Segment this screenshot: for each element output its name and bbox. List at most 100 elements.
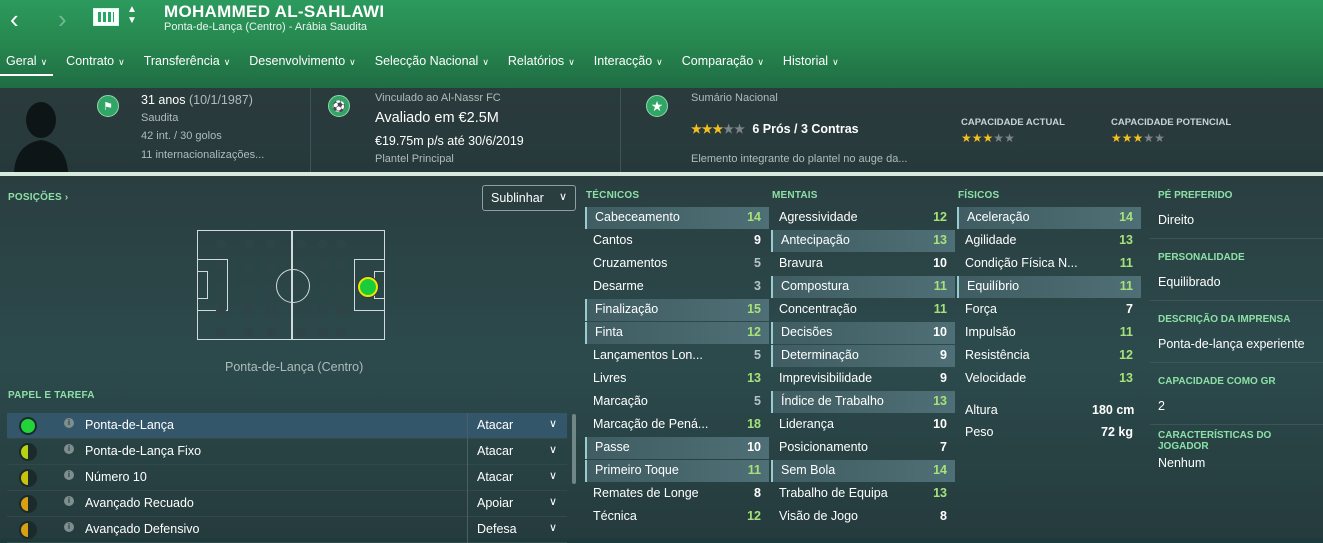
player-wage: €19.75m p/s até 30/6/2019 — [375, 134, 524, 148]
weight-value: 72 kg — [1101, 425, 1133, 439]
star-icon: ★ — [1111, 131, 1122, 145]
duty-select[interactable]: Apoiar ∨ — [467, 491, 567, 517]
attribute-passe[interactable]: Passe 10 — [585, 437, 769, 459]
attribute-posicionamento[interactable]: Posicionamento 7 — [771, 437, 955, 459]
club-badge-icon[interactable] — [93, 8, 119, 26]
attribute-agilidade[interactable]: Agilidade 13 — [957, 230, 1141, 252]
role-row[interactable]: i Ponta-de-Lança Atacar ∨ — [7, 413, 567, 439]
attribute-cabeceamento[interactable]: Cabeceamento 14 — [585, 207, 769, 229]
attribute-name: Cabeceamento — [595, 210, 680, 224]
duty-select[interactable]: Atacar ∨ — [467, 465, 567, 491]
attribute-trabalho-de-equipa[interactable]: Trabalho de Equipa 13 — [771, 483, 955, 505]
height-label: Altura — [965, 403, 998, 417]
attribute-cruzamentos[interactable]: Cruzamentos 5 — [585, 253, 769, 275]
attribute-name: Liderança — [779, 417, 834, 431]
tab-transferencia[interactable]: Transferência ∨ — [138, 52, 237, 76]
player-intl-caps[interactable]: 11 internacionalizações... — [141, 149, 264, 161]
role-row[interactable]: i Avançado Defensivo Defesa ∨ — [7, 517, 567, 543]
position-slot — [244, 283, 254, 293]
attribute-determinacao[interactable]: Determinação 9 — [771, 345, 955, 367]
attribute-remates-de-longe[interactable]: Remates de Longe 8 — [585, 483, 769, 505]
duty-select[interactable]: Atacar ∨ — [467, 439, 567, 465]
attribute-value: 8 — [940, 509, 947, 523]
national-summary-title: Sumário Nacional — [691, 92, 778, 104]
tab-interaccao[interactable]: Interacção ∨ — [588, 52, 669, 76]
info-icon[interactable]: i — [64, 418, 74, 428]
attribute-livres[interactable]: Livres 13 — [585, 368, 769, 390]
attribute-value: 11 — [1119, 279, 1133, 293]
duty-value: Atacar — [477, 418, 514, 432]
attribute-value: 18 — [747, 417, 761, 431]
tab-relatorios[interactable]: Relatórios ∨ — [502, 52, 581, 76]
attribute-marcacao[interactable]: Marcação 5 — [585, 391, 769, 413]
position-slot — [244, 305, 254, 315]
attribute-decisoes[interactable]: Decisões 10 — [771, 322, 955, 344]
attribute-value: 11 — [1119, 256, 1133, 270]
attribute-name: Passe — [595, 440, 630, 454]
attribute-sem-bola[interactable]: Sem Bola 14 — [771, 460, 955, 482]
attribute-aceleracao[interactable]: Aceleração 14 — [957, 207, 1141, 229]
tab-geral[interactable]: Geral ∨ — [0, 52, 54, 76]
attribute-concentracao[interactable]: Concentração 11 — [771, 299, 955, 321]
duty-select[interactable]: Atacar ∨ — [467, 413, 567, 439]
tab-comparacao[interactable]: Comparação ∨ — [676, 52, 770, 76]
attribute-finta[interactable]: Finta 12 — [585, 322, 769, 344]
attribute-value: 13 — [933, 394, 947, 408]
tab-historial[interactable]: Historial ∨ — [777, 52, 845, 76]
attribute-lancamentos-lon[interactable]: Lançamentos Lon... 5 — [585, 345, 769, 367]
physical-title: FÍSICOS — [958, 190, 1000, 201]
current-position-marker[interactable] — [358, 277, 378, 297]
attribute-condicao-fisica-n[interactable]: Condição Física N... 11 — [957, 253, 1141, 275]
duty-select[interactable]: Defesa ∨ — [467, 517, 567, 543]
height-value: 180 cm — [1092, 403, 1135, 417]
attribute-compostura[interactable]: Compostura 11 — [771, 276, 955, 298]
attribute-indice-de-trabalho[interactable]: Índice de Trabalho 13 — [771, 391, 955, 413]
attribute-finalizacao[interactable]: Finalização 15 — [585, 299, 769, 321]
attribute-equilibrio[interactable]: Equilíbrio 11 — [957, 276, 1141, 298]
tab-label: Geral — [6, 54, 37, 68]
roles-scrollbar[interactable] — [572, 414, 576, 484]
attribute-agressividade[interactable]: Agressividade 12 — [771, 207, 955, 229]
info-icon[interactable]: i — [64, 522, 74, 532]
player-switch-icon[interactable]: ▲ ▼ — [127, 4, 137, 26]
current-ability-label: CAPACIDADE ACTUAL — [961, 117, 1065, 128]
player-age: 31 anos — [141, 93, 186, 107]
attribute-value: 11 — [747, 463, 761, 477]
attribute-cantos[interactable]: Cantos 9 — [585, 230, 769, 252]
attribute-velocidade[interactable]: Velocidade 13 — [957, 368, 1141, 390]
tab-seleccao-nacional[interactable]: Selecção Nacional ∨ — [369, 52, 495, 76]
role-row[interactable]: i Avançado Recuado Apoiar ∨ — [7, 491, 567, 517]
position-slot — [296, 261, 306, 271]
attribute-visao-de-jogo[interactable]: Visão de Jogo 8 — [771, 506, 955, 528]
info-icon[interactable]: i — [64, 496, 74, 506]
attribute-value: 3 — [754, 279, 761, 293]
attribute-impulsao[interactable]: Impulsão 11 — [957, 322, 1141, 344]
info-icon[interactable]: i — [64, 470, 74, 480]
role-row[interactable]: i Ponta-de-Lança Fixo Atacar ∨ — [7, 439, 567, 465]
attribute-value: 12 — [1119, 348, 1133, 362]
roles-title: PAPEL E TAREFA — [8, 390, 95, 401]
forward-arrow-icon[interactable]: › — [58, 6, 67, 32]
role-row[interactable]: i Número 10 Atacar ∨ — [7, 465, 567, 491]
positions-title[interactable]: POSIÇÕES › — [8, 192, 68, 203]
attribute-marcacao-de-pena[interactable]: Marcação de Pená... 18 — [585, 414, 769, 436]
highlight-select[interactable]: Sublinhar ∨ — [482, 185, 576, 211]
star-icon: ★ — [691, 122, 702, 136]
attribute-desarme[interactable]: Desarme 3 — [585, 276, 769, 298]
attribute-antecipacao[interactable]: Antecipação 13 — [771, 230, 955, 252]
role-name: Avançado Recuado — [85, 496, 194, 510]
info-icon[interactable]: i — [64, 444, 74, 454]
attribute-primeiro-toque[interactable]: Primeiro Toque 11 — [585, 460, 769, 482]
attribute-tecnica[interactable]: Técnica 12 — [585, 506, 769, 528]
back-arrow-icon[interactable]: ‹ — [10, 6, 19, 32]
attribute-lideranca[interactable]: Liderança 10 — [771, 414, 955, 436]
attribute-resistencia[interactable]: Resistência 12 — [957, 345, 1141, 367]
player-name: MOHAMMED AL-SAHLAWI — [164, 2, 385, 21]
star-icon: ★ — [1143, 131, 1155, 145]
attribute-forca[interactable]: Força 7 — [957, 299, 1141, 321]
attribute-bravura[interactable]: Bravura 10 — [771, 253, 955, 275]
attribute-imprevisibilidade[interactable]: Imprevisibilidade 9 — [771, 368, 955, 390]
tab-desenvolvimento[interactable]: Desenvolvimento ∨ — [243, 52, 361, 76]
attribute-name: Técnica — [593, 509, 637, 523]
tab-contrato[interactable]: Contrato ∨ — [60, 52, 131, 76]
